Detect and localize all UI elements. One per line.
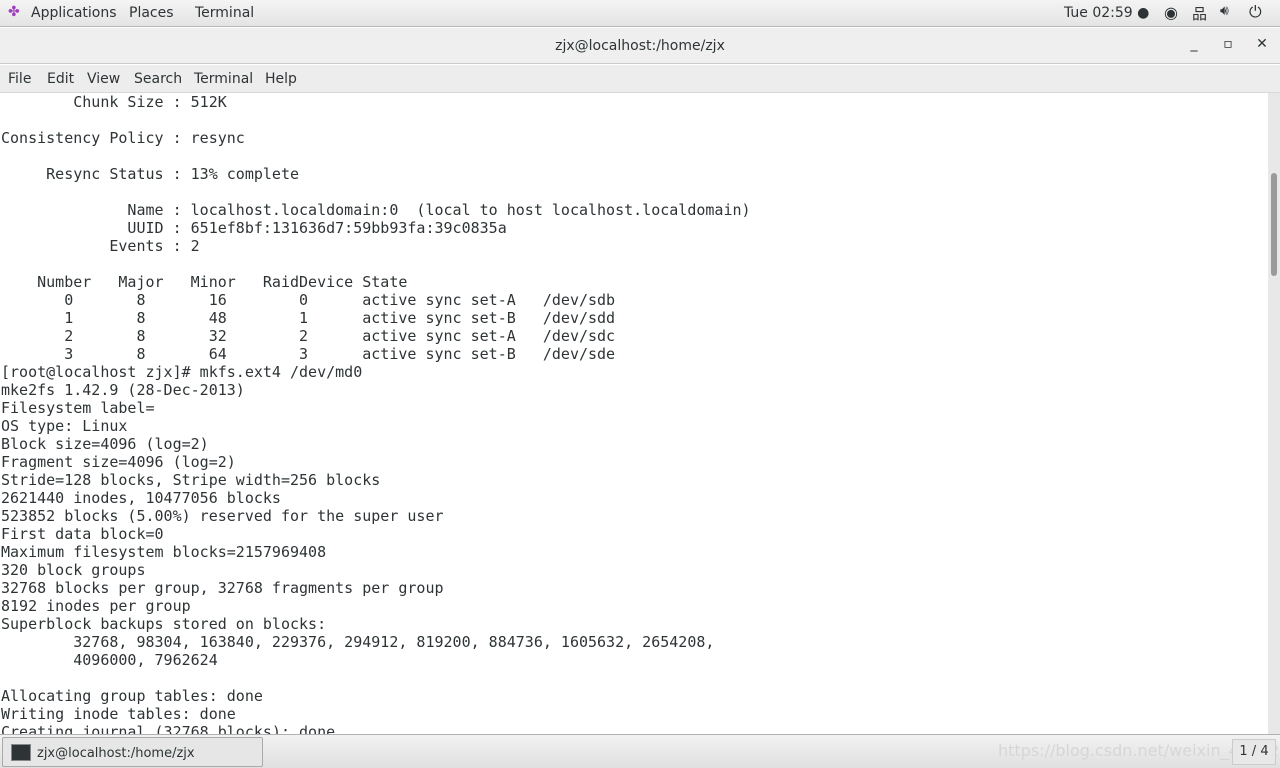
menu-file[interactable]: File — [8, 71, 31, 87]
close-button[interactable]: ✕ — [1252, 36, 1272, 56]
taskbar-window-label: zjx@localhost:/home/zjx — [37, 746, 195, 761]
scrollbar[interactable] — [1268, 93, 1280, 734]
window-title: zjx@localhost:/home/zjx — [555, 38, 725, 54]
power-icon[interactable]: ⏻ — [1249, 2, 1262, 22]
menu-view[interactable]: View — [87, 71, 120, 87]
menu-help[interactable]: Help — [265, 71, 297, 87]
applications-menu[interactable]: Applications — [31, 5, 117, 21]
top-panel: ✤ Applications Places Terminal Tue 02:59… — [0, 0, 1280, 27]
terminal-icon — [11, 744, 31, 761]
network-icon[interactable]: 品 — [1192, 3, 1207, 24]
minimize-button[interactable]: _ — [1184, 36, 1204, 56]
taskbar-window-button[interactable]: zjx@localhost:/home/zjx — [2, 737, 263, 767]
terminal-output[interactable]: Chunk Size : 512K Consistency Policy : r… — [0, 93, 1268, 734]
window-titlebar: zjx@localhost:/home/zjx _ ▫ ✕ — [0, 28, 1280, 64]
scrollbar-thumb[interactable] — [1271, 173, 1277, 276]
taskbar: zjx@localhost:/home/zjx https://blog.csd… — [0, 734, 1280, 768]
maximize-button[interactable]: ▫ — [1218, 36, 1238, 56]
applications-logo-icon: ✤ — [8, 4, 20, 20]
menu-edit[interactable]: Edit — [47, 71, 74, 87]
accessibility-icon[interactable]: ◉ — [1164, 3, 1178, 22]
terminal-text: Chunk Size : 512K Consistency Policy : r… — [1, 93, 751, 734]
volume-icon[interactable]: 🔊︎ — [1220, 3, 1229, 19]
menu-bar: File Edit View Search Terminal Help — [0, 65, 1280, 93]
menu-terminal[interactable]: Terminal — [194, 71, 253, 87]
workspace-pager[interactable]: 1 / 4 — [1232, 739, 1276, 765]
clock[interactable]: Tue 02:59 ● — [1064, 5, 1149, 21]
places-menu[interactable]: Places — [129, 5, 174, 21]
terminal-app-menu[interactable]: Terminal — [195, 5, 254, 21]
menu-search[interactable]: Search — [134, 71, 182, 87]
